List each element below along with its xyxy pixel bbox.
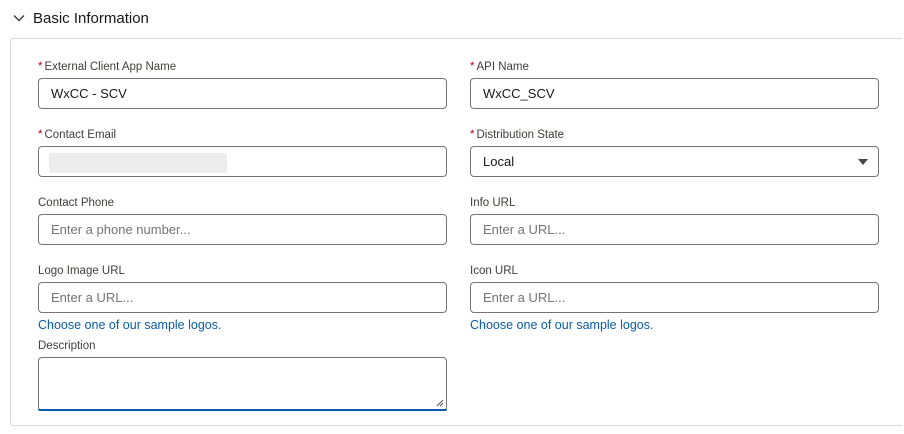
api-name-value: WxCC_SCV bbox=[483, 86, 555, 101]
required-marker: * bbox=[38, 129, 43, 141]
icon-url-placeholder: Enter a URL... bbox=[483, 290, 566, 305]
api-name-label-text: API Name bbox=[476, 61, 529, 73]
logo-image-url-placeholder: Enter a URL... bbox=[51, 290, 134, 305]
logo-image-url-input[interactable]: Enter a URL... bbox=[38, 282, 447, 313]
focus-underline bbox=[38, 409, 447, 411]
required-marker: * bbox=[38, 61, 43, 73]
distribution-state-label: * Distribution State bbox=[470, 129, 564, 141]
distribution-state-value: Local bbox=[483, 154, 515, 169]
section-title: Basic Information bbox=[33, 9, 149, 27]
icon-sample-link[interactable]: Choose one of our sample logos. bbox=[470, 318, 653, 332]
distribution-state-select[interactable]: Local bbox=[470, 146, 879, 177]
section-toggle[interactable]: Basic Information bbox=[13, 7, 149, 29]
api-name-input[interactable]: WxCC_SCV bbox=[470, 78, 879, 109]
icon-url-input[interactable]: Enter a URL... bbox=[470, 282, 879, 313]
contact-phone-label: Contact Phone bbox=[38, 197, 115, 209]
caret-down-icon bbox=[858, 159, 868, 165]
chevron-down-icon bbox=[13, 14, 25, 22]
description-textarea[interactable] bbox=[38, 357, 447, 411]
required-marker: * bbox=[470, 61, 475, 73]
resize-grip-icon[interactable] bbox=[436, 399, 444, 407]
contact-email-label-text: Contact Email bbox=[44, 129, 117, 141]
icon-url-label: Icon URL bbox=[470, 265, 518, 277]
redacted-email bbox=[49, 153, 227, 173]
distribution-state-label-text: Distribution State bbox=[476, 129, 565, 141]
app-name-value: WxCC - SCV bbox=[51, 86, 127, 101]
app-name-label-text: External Client App Name bbox=[44, 61, 177, 73]
logo-sample-link[interactable]: Choose one of our sample logos. bbox=[38, 318, 221, 332]
contact-email-input[interactable] bbox=[38, 146, 447, 177]
description-label: Description bbox=[38, 340, 96, 352]
required-marker: * bbox=[470, 129, 475, 141]
info-url-placeholder: Enter a URL... bbox=[483, 222, 566, 237]
contact-phone-input[interactable]: Enter a phone number... bbox=[38, 214, 447, 245]
info-url-input[interactable]: Enter a URL... bbox=[470, 214, 879, 245]
app-name-input[interactable]: WxCC - SCV bbox=[38, 78, 447, 109]
info-url-label: Info URL bbox=[470, 197, 516, 209]
contact-email-label: * Contact Email bbox=[38, 129, 116, 141]
contact-phone-placeholder: Enter a phone number... bbox=[51, 222, 191, 237]
api-name-label: * API Name bbox=[470, 61, 529, 73]
app-name-label: * External Client App Name bbox=[38, 61, 176, 73]
logo-image-url-label: Logo Image URL bbox=[38, 265, 125, 277]
